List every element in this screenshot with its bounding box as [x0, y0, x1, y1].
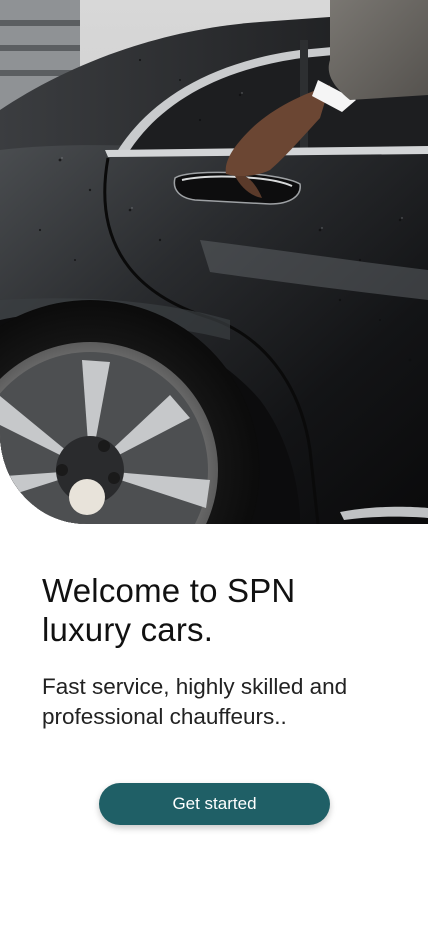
- hero-image: [0, 0, 428, 524]
- welcome-subtitle: Fast service, highly skilled and profess…: [42, 674, 348, 729]
- get-started-button[interactable]: Get started: [99, 783, 330, 825]
- car-door-photo: [0, 0, 428, 524]
- welcome-title: Welcome to SPN luxury cars.: [42, 572, 296, 648]
